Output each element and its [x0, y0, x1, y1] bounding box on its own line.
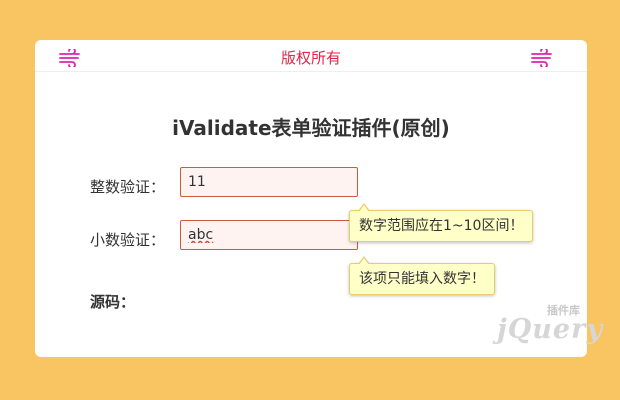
page-title: iValidate表单验证插件(原创) — [172, 116, 450, 140]
integer-error-text: 数字范围应在1~10区间！ — [359, 218, 524, 234]
tooltip-notch-inner — [359, 258, 369, 265]
watermark-logo: jQuery — [497, 314, 604, 345]
copyright-link[interactable]: 版权所有 — [35, 47, 587, 68]
decimal-input[interactable] — [180, 220, 358, 250]
integer-input[interactable] — [180, 167, 358, 197]
jquery-watermark: 插件库 jQuery — [497, 300, 615, 350]
main-card: 版权所有 iValidate表单验证插件(原创) 整数验证： 小数验证： 数字范… — [35, 40, 602, 357]
top-bar: 版权所有 — [35, 40, 587, 72]
decimal-field-label: 小数验证： — [90, 231, 166, 249]
tooltip-notch-inner — [359, 205, 369, 212]
source-code-label: 源码： — [90, 293, 136, 311]
wind-icon[interactable] — [530, 49, 554, 67]
integer-field-label: 整数验证： — [90, 178, 166, 196]
integer-error-tooltip: 数字范围应在1~10区间！ — [349, 203, 534, 242]
decimal-error-tooltip: 该项只能填入数字！ — [349, 256, 495, 295]
decimal-error-text: 该项只能填入数字！ — [359, 271, 485, 287]
